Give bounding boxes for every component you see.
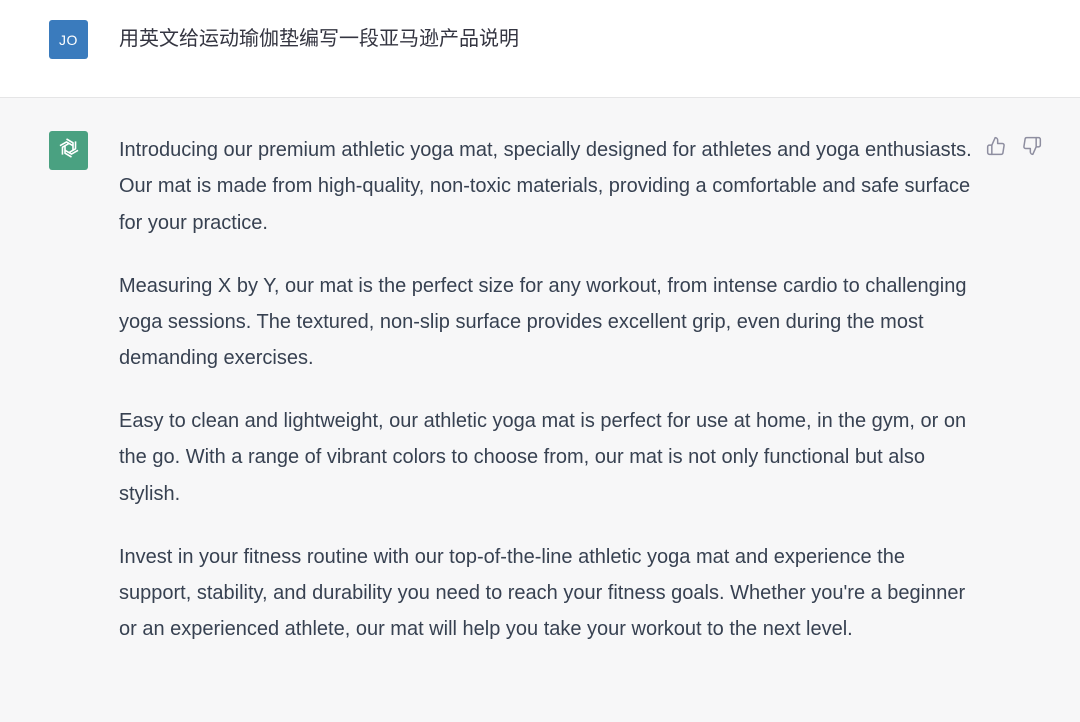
like-button[interactable] <box>984 136 1008 160</box>
assistant-message-row: Introducing our premium athletic yoga ma… <box>0 98 1080 722</box>
assistant-message-text: Introducing our premium athletic yoga ma… <box>119 132 979 674</box>
assistant-avatar <box>49 131 88 170</box>
thumbs-up-icon <box>986 136 1006 161</box>
user-message-text: 用英文给运动瑜伽垫编写一段亚马逊产品说明 <box>119 26 519 50</box>
chat-page: JO 用英文给运动瑜伽垫编写一段亚马逊产品说明 Introducing our … <box>0 0 1080 722</box>
dislike-button[interactable] <box>1020 136 1044 160</box>
user-message-row: JO 用英文给运动瑜伽垫编写一段亚马逊产品说明 <box>0 0 1080 98</box>
message-paragraph: Measuring X by Y, our mat is the perfect… <box>119 274 967 370</box>
openai-logo-icon <box>56 135 82 166</box>
thumbs-down-icon <box>1022 136 1042 161</box>
message-paragraph: Introducing our premium athletic yoga ma… <box>119 139 972 234</box>
message-paragraph: Invest in your fitness routine with our … <box>119 545 966 641</box>
user-avatar: JO <box>49 20 88 59</box>
message-paragraph: Easy to clean and lightweight, our athle… <box>119 410 967 505</box>
